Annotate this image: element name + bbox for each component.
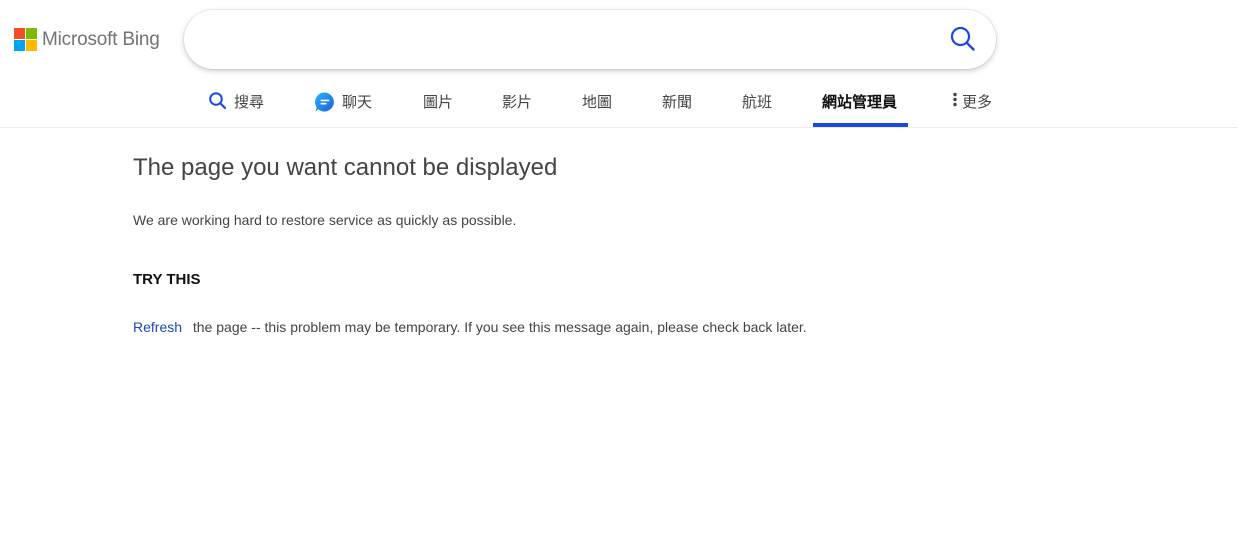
search-input[interactable] xyxy=(206,22,910,58)
nav-tabs: 搜尋 聊天 圖片 影片 地圖 新聞 航班 網站管理員 更多 xyxy=(0,80,1238,128)
try-this-heading: TRY THIS xyxy=(133,271,201,288)
search-button[interactable] xyxy=(948,24,978,54)
tab-images[interactable]: 圖片 xyxy=(423,80,453,126)
error-content: The page you want cannot be displayed We… xyxy=(133,128,833,339)
search-box xyxy=(184,10,996,69)
more-vertical-icon xyxy=(953,92,957,107)
tab-flights[interactable]: 航班 xyxy=(742,80,772,126)
try-this-suggestion: Refresh the page -- this problem may be … xyxy=(133,316,833,339)
error-title: The page you want cannot be displayed xyxy=(133,154,558,181)
tab-label: 地圖 xyxy=(582,94,613,111)
tab-search[interactable]: 搜尋 xyxy=(208,80,264,126)
tab-label: 聊天 xyxy=(342,94,373,111)
tab-videos[interactable]: 影片 xyxy=(502,80,532,126)
active-tab-indicator xyxy=(813,123,908,127)
refresh-link[interactable]: Refresh xyxy=(133,319,182,335)
tab-label: 圖片 xyxy=(423,94,454,111)
refresh-suggestion-text: the page -- this problem may be temporar… xyxy=(192,319,807,335)
tab-label: 新聞 xyxy=(662,94,693,111)
tab-label: 搜尋 xyxy=(234,94,265,111)
search-icon xyxy=(209,92,227,110)
chat-bubble-icon xyxy=(315,92,334,112)
tab-label: 更多 xyxy=(962,94,993,111)
tab-webmaster[interactable]: 網站管理員 xyxy=(822,80,897,126)
bing-logo[interactable]: Microsoft Bing xyxy=(14,28,160,51)
tab-label: 航班 xyxy=(742,94,773,111)
header: Microsoft Bing 搜尋 聊天 圖片 影片 地圖 新聞 航班 網站管理… xyxy=(0,0,1238,128)
error-message: We are working hard to restore service a… xyxy=(133,212,517,228)
tab-chat[interactable]: 聊天 xyxy=(314,80,372,126)
tab-label: 影片 xyxy=(502,94,533,111)
microsoft-logo-icon xyxy=(14,28,37,51)
search-icon xyxy=(950,26,975,51)
logo-text: Microsoft Bing xyxy=(42,28,160,50)
tab-label: 網站管理員 xyxy=(822,94,898,111)
tab-more[interactable]: 更多 xyxy=(952,80,992,126)
tab-news[interactable]: 新聞 xyxy=(662,80,692,126)
tab-maps[interactable]: 地圖 xyxy=(582,80,612,126)
